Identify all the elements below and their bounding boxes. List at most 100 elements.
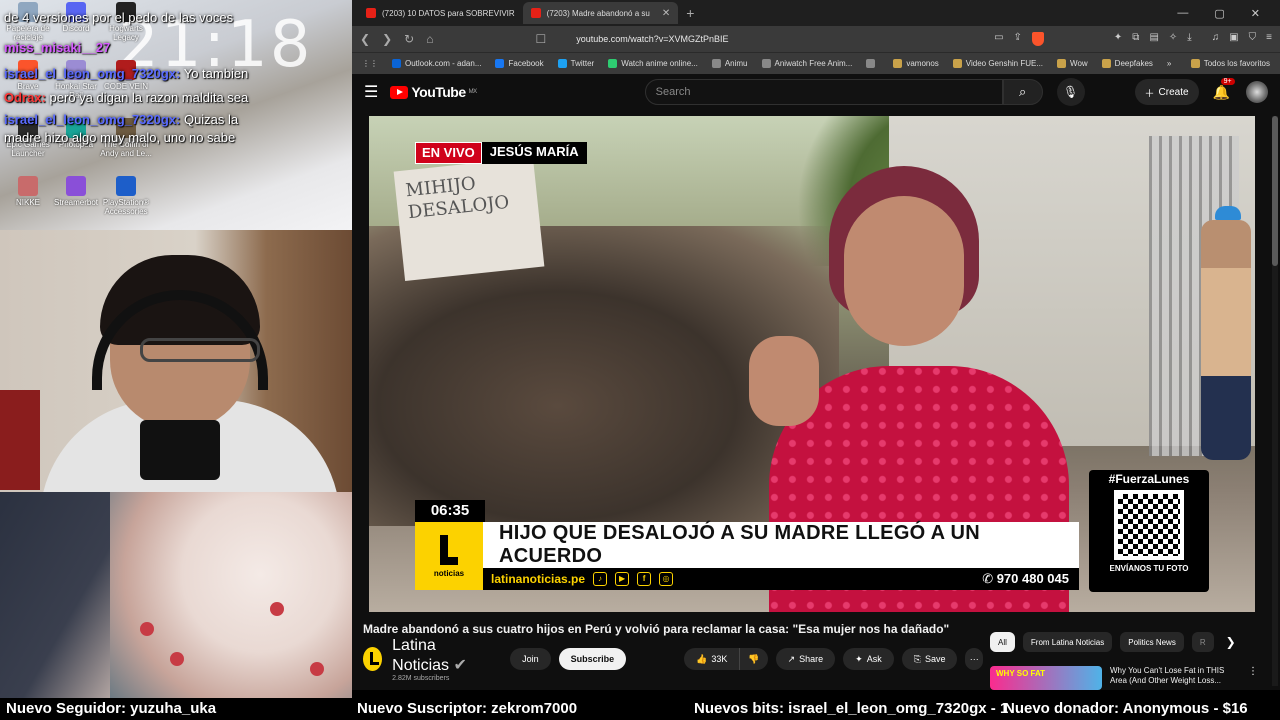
- scrollbar-thumb[interactable]: [1272, 116, 1278, 266]
- bookmark-item[interactable]: vamonos: [893, 59, 939, 68]
- bookmark-item[interactable]: Wow: [1057, 59, 1088, 68]
- chip-partial[interactable]: R: [1191, 632, 1214, 652]
- microphone-icon: 🎙: [1063, 85, 1079, 99]
- extension-icon[interactable]: ✦: [1114, 32, 1122, 46]
- search-input[interactable]: Search: [644, 79, 1003, 105]
- chat-username: israel_el_leon_omg_7320gx:: [4, 112, 181, 127]
- app-icon: [116, 176, 136, 196]
- chip-all[interactable]: All: [990, 632, 1015, 652]
- bookmark-label: Video Genshin FUE...: [965, 59, 1044, 68]
- ask-button[interactable]: ✦ Ask: [843, 648, 894, 670]
- woman-hand: [749, 336, 819, 426]
- tiktok-icon: ♪: [593, 572, 608, 586]
- tab-title: (7203) 10 DATOS para SOBREVIVIR: [382, 8, 515, 18]
- video-player[interactable]: MIHIJO DESALOJO EN VIVO JESÚS MARÍA 06:3…: [369, 116, 1255, 612]
- subscribe-button[interactable]: Subscribe: [558, 648, 627, 670]
- share-icon[interactable]: ⇪: [1014, 32, 1022, 46]
- close-tab-icon[interactable]: ✕: [662, 8, 670, 19]
- bookmark-item[interactable]: Facebook: [495, 59, 544, 68]
- share-button[interactable]: ↗ Share: [775, 648, 836, 670]
- chat-message: israel_el_leon_omg_7320gx: Quizas la: [4, 112, 238, 128]
- chat-message: madre hizo algo muy malo, uno no sabe: [4, 130, 235, 146]
- youtube-logo[interactable]: YouTube MX: [390, 84, 478, 100]
- puzzle-icon[interactable]: ⧉: [1132, 32, 1139, 46]
- kebab-menu-icon[interactable]: ⋮: [1248, 666, 1258, 690]
- region-code: MX: [468, 89, 478, 95]
- bookmark-item[interactable]: Animu: [711, 59, 748, 68]
- bookmark-item[interactable]: Aniwatch Free Anim...: [761, 59, 852, 68]
- tab-bar: (7203) 10 DATOS para SOBREVIVIR (7203) M…: [352, 0, 1280, 26]
- channel-avatar[interactable]: [363, 647, 383, 671]
- bookmark-item[interactable]: [866, 59, 879, 68]
- recommended-thumbnail[interactable]: WHY SO FAT: [990, 666, 1102, 690]
- chip-from-channel[interactable]: From Latina Noticias: [1022, 632, 1113, 652]
- create-button[interactable]: ＋ Create: [1134, 79, 1199, 105]
- brave-shield-icon[interactable]: [1031, 32, 1044, 46]
- bookmark-item[interactable]: Twitter: [557, 59, 594, 68]
- news-site: latinanoticias.pe: [491, 572, 586, 586]
- vpn-icon[interactable]: ⛉: [1249, 32, 1257, 46]
- tab-2-active[interactable]: (7203) Madre abandonó a su ✕: [522, 2, 679, 24]
- screen-icon[interactable]: ▭: [994, 32, 1003, 46]
- account-avatar[interactable]: [1246, 81, 1268, 103]
- bookmark-item[interactable]: Outlook.com - adan...: [392, 59, 481, 68]
- youtube-wordmark: YouTube: [411, 84, 466, 100]
- apps-icon[interactable]: ⋮⋮: [362, 59, 378, 68]
- chevron-right-icon[interactable]: ❯: [1226, 635, 1236, 649]
- bookmark-label: Outlook.com - adan...: [405, 59, 482, 68]
- desktop-icon[interactable]: PlayStation® Accessories: [98, 176, 154, 216]
- new-tab-button[interactable]: +: [686, 5, 694, 21]
- like-button[interactable]: 👍 33K: [684, 648, 741, 670]
- save-button[interactable]: ⎘ Save: [901, 648, 958, 670]
- bookmark-icon[interactable]: ☐: [535, 32, 546, 46]
- forward-icon[interactable]: ❯: [382, 32, 392, 46]
- browser-menu-icon[interactable]: ≡: [1266, 32, 1272, 46]
- verified-icon: ✔: [453, 656, 467, 674]
- back-icon[interactable]: ❮: [360, 32, 370, 46]
- leo-icon[interactable]: ✧: [1169, 32, 1177, 46]
- voice-search-button[interactable]: 🎙: [1056, 78, 1085, 106]
- bookmarks-more[interactable]: »: [1167, 59, 1171, 68]
- wallet-icon[interactable]: ▣: [1229, 32, 1238, 46]
- bookmark-item[interactable]: Deepfakes: [1101, 59, 1153, 68]
- recommended-video[interactable]: WHY SO FAT Why You Can't Lose Fat in THI…: [990, 666, 1260, 690]
- recommended-title[interactable]: Why You Can't Lose Fat in THIS Area (And…: [1110, 666, 1240, 690]
- minimize-button[interactable]: —: [1177, 7, 1188, 20]
- plus-icon: ＋: [1144, 88, 1155, 100]
- home-icon[interactable]: ⌂: [426, 32, 433, 46]
- dislike-button[interactable]: 👎: [740, 648, 768, 670]
- window-controls: — ▢ ✕: [1177, 7, 1280, 20]
- youtube-favicon-icon: [530, 8, 541, 18]
- bystander-body: [1201, 220, 1251, 460]
- notifications-button[interactable]: 🔔 9+: [1213, 77, 1235, 101]
- chat-username: israel_el_leon_omg_7320gx:: [4, 66, 181, 81]
- ticker-donor: Nuevo donador: Anonymous - $16: [1004, 700, 1248, 717]
- more-actions-button[interactable]: ···: [965, 648, 983, 670]
- glasses: [140, 338, 260, 362]
- close-window-button[interactable]: ✕: [1251, 7, 1260, 20]
- channel-name[interactable]: Latina Noticias ✔: [392, 637, 490, 675]
- music-icon[interactable]: ♫: [1212, 32, 1220, 46]
- folder-icon: [893, 59, 903, 68]
- address-bar[interactable]: youtube.com/watch?v=XVMGZtPnBIE: [558, 29, 982, 49]
- all-bookmarks-folder[interactable]: Todos los favoritos: [1190, 59, 1270, 68]
- notification-badge: 9+: [1220, 77, 1235, 85]
- bookmark-item[interactable]: Watch anime online...: [608, 59, 698, 68]
- maximize-button[interactable]: ▢: [1214, 7, 1224, 20]
- desktop-wallpaper-lower: [0, 492, 352, 698]
- chip-politics-news[interactable]: Politics News: [1120, 632, 1184, 652]
- bookmark-label: Watch anime online...: [621, 59, 698, 68]
- news-headline: HIJO QUE DESALOJÓ A SU MADRE LLEGÓ A UN …: [483, 522, 1079, 568]
- folder-icon: [1057, 59, 1067, 68]
- scrollbar[interactable]: [1272, 116, 1278, 686]
- bookmark-item[interactable]: Video Genshin FUE...: [952, 59, 1044, 68]
- hamburger-menu-icon[interactable]: ☰: [364, 82, 378, 102]
- tab-1[interactable]: (7203) 10 DATOS para SOBREVIVIR: [358, 2, 523, 24]
- join-button[interactable]: Join: [510, 648, 551, 670]
- reload-icon[interactable]: ↻: [404, 32, 414, 46]
- sidebar-icon[interactable]: ▤: [1149, 32, 1158, 46]
- desktop-icon[interactable]: Streamerbot: [48, 176, 104, 207]
- search-button[interactable]: ⌕: [1002, 79, 1043, 105]
- download-icon[interactable]: ⤓: [1187, 32, 1191, 46]
- protest-sign: MIHIJO DESALOJO: [393, 156, 545, 282]
